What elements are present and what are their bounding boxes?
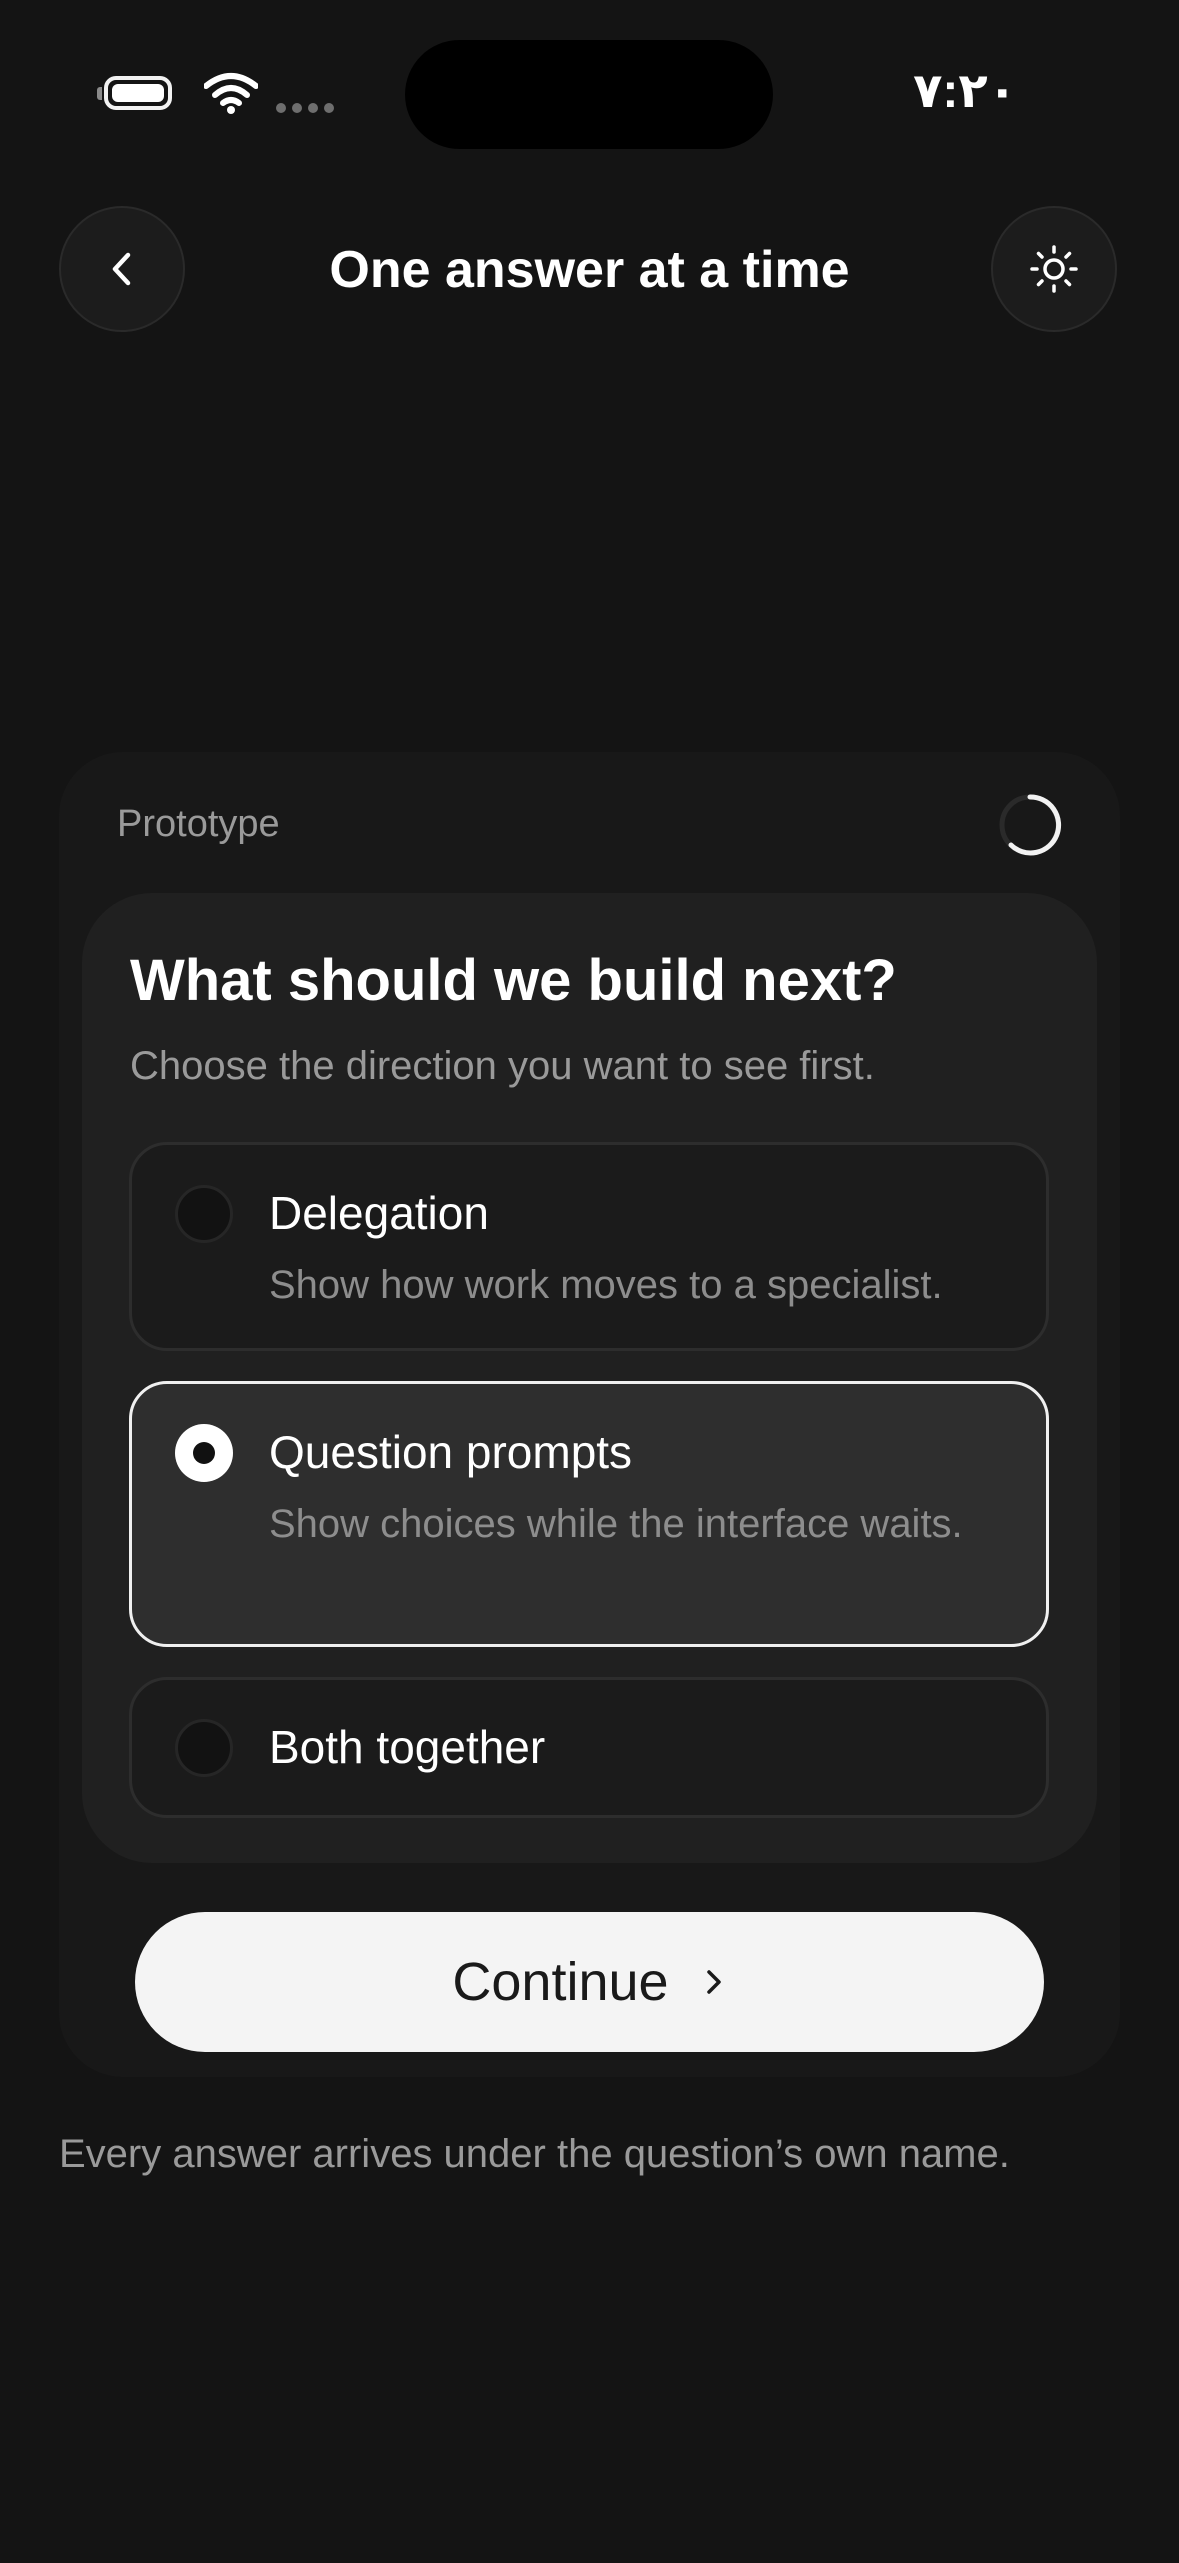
option-label: Both together	[269, 1721, 546, 1773]
option-label: Question prompts	[269, 1426, 633, 1478]
theme-toggle-button[interactable]	[991, 206, 1117, 332]
back-button[interactable]	[59, 206, 185, 332]
radio-button[interactable]	[175, 1719, 233, 1777]
chevron-right-icon	[706, 1970, 721, 1994]
status-time: ٧:٢٠	[913, 65, 1017, 118]
continue-label: Continue	[452, 1952, 669, 2012]
spinner-icon	[999, 794, 1062, 856]
continue-button[interactable]: Continue	[135, 1912, 1044, 2052]
chevron-left-icon	[112, 252, 131, 286]
page-title: One answer at a time	[329, 241, 850, 299]
option-question-prompts[interactable]: Question prompts Show choices while the …	[129, 1381, 1049, 1647]
footer-note: Every answer arrives under the question’…	[59, 2132, 1010, 2176]
radio-button[interactable]	[175, 1185, 233, 1243]
option-label: Delegation	[269, 1187, 489, 1239]
battery-icon	[97, 76, 182, 116]
option-both-together[interactable]: Both together	[129, 1677, 1049, 1818]
status-bar: ٧:٢٠	[0, 0, 1179, 190]
radio-button-selected[interactable]	[175, 1424, 233, 1482]
question-subtitle: Choose the direction you want to see fir…	[130, 1044, 875, 1088]
wifi-icon	[204, 73, 258, 114]
option-description: Show how work moves to a specialist.	[269, 1263, 943, 1307]
dynamic-island	[405, 40, 773, 149]
prototype-label: Prototype	[117, 803, 280, 845]
sun-icon	[1030, 245, 1078, 293]
question-title: What should we build next?	[130, 948, 897, 1013]
option-delegation[interactable]: Delegation Show how work moves to a spec…	[129, 1142, 1049, 1351]
option-description: Show choices while the interface waits.	[269, 1502, 963, 1546]
cellular-signal-icon	[276, 103, 336, 115]
